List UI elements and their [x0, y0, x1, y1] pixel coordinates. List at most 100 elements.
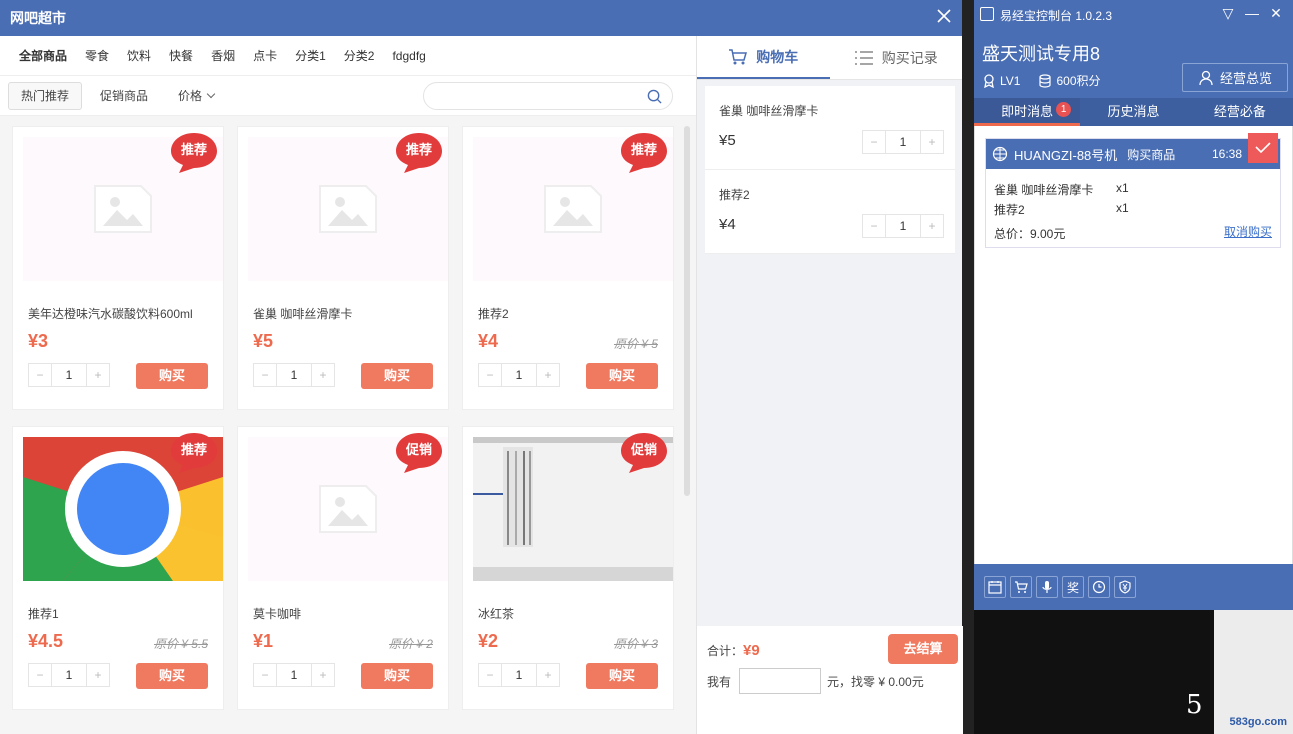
quantity-stepper[interactable]: − 1 + — [253, 363, 335, 387]
watermark-text: 583go.com — [1229, 716, 1287, 728]
minus-button[interactable]: − — [863, 215, 885, 237]
category-cigarettes[interactable]: 香烟 — [202, 47, 244, 64]
product-card[interactable]: 促销 莫卡咖啡 ¥1 原价 ¥ 2 − 1 + 购买 — [237, 426, 449, 710]
message-area: HUANGZI-88号机 购买商品 16:38 雀巢 咖啡丝滑摩卡 x1 推荐2… — [974, 126, 1293, 564]
calendar-icon[interactable] — [984, 576, 1006, 598]
buy-button[interactable]: 购买 — [136, 363, 208, 389]
buy-button[interactable]: 购买 — [586, 363, 658, 389]
cart-total: 合计：¥9 — [707, 642, 760, 659]
product-card[interactable]: 推荐 雀巢 咖啡丝滑摩卡 ¥5 − 1 + 购买 — [237, 126, 449, 410]
quantity-value[interactable]: 1 — [51, 364, 87, 386]
search-input[interactable] — [423, 82, 673, 110]
image-placeholder-icon — [319, 185, 377, 233]
quantity-stepper[interactable]: − 1 + — [862, 130, 944, 154]
cart-icon[interactable] — [1010, 576, 1032, 598]
plus-button[interactable]: + — [537, 364, 559, 386]
tab-cart[interactable]: 购物车 — [697, 36, 830, 79]
quantity-stepper[interactable]: − 1 + — [253, 663, 335, 687]
overview-button[interactable]: 经营总览 — [1182, 63, 1288, 92]
plus-button[interactable]: + — [312, 664, 334, 686]
cancel-purchase-link[interactable]: 取消购买 — [1224, 223, 1272, 240]
award-icon[interactable]: 奖 — [1062, 576, 1084, 598]
plus-button[interactable]: + — [537, 664, 559, 686]
minus-button[interactable]: − — [254, 364, 276, 386]
order-line-name: 雀巢 咖啡丝滑摩卡 — [994, 183, 1094, 197]
tab-cart-label: 购物车 — [756, 48, 799, 65]
quantity-stepper[interactable]: − 1 + — [28, 663, 110, 687]
yen-shield-icon[interactable] — [1114, 576, 1136, 598]
tab-business-essentials[interactable]: 经营必备 — [1187, 98, 1293, 126]
filter-bar: 热门推荐 促销商品 价格 — [0, 76, 696, 116]
category-drinks[interactable]: 饮料 — [118, 47, 160, 64]
buy-button[interactable]: 购买 — [361, 663, 433, 689]
product-card[interactable]: 推荐 美年达橙味汽水碳酸饮料600ml ¥3 − 1 + 购买 — [12, 126, 224, 410]
plus-button[interactable]: + — [921, 131, 943, 153]
buy-button[interactable]: 购买 — [361, 363, 433, 389]
plus-button[interactable]: + — [87, 664, 109, 686]
filter-price-button[interactable]: 价格 — [166, 82, 226, 110]
cart-pane: 购物车 购买记录 雀巢 咖啡丝滑摩卡 ¥5 − 1 + 推荐2 ¥4 − 1 +… — [696, 36, 963, 734]
plus-button[interactable]: + — [87, 364, 109, 386]
minus-button[interactable]: − — [254, 664, 276, 686]
mic-icon[interactable] — [1036, 576, 1058, 598]
plus-button[interactable]: + — [921, 215, 943, 237]
quantity-value[interactable]: 1 — [51, 664, 87, 686]
product-card[interactable]: 推荐 推荐2 ¥4 原价 ¥ 5 − 1 + 购买 — [462, 126, 674, 410]
console-title: 易经宝控制台 1.0.2.3 — [1000, 9, 1113, 23]
level: LV1 — [982, 74, 1020, 88]
product-card[interactable]: 推荐 推荐1 ¥4.5 原价 ¥ 5.5 − 1 + 购买 — [12, 426, 224, 710]
quantity-value[interactable]: 1 — [276, 364, 312, 386]
tab-history[interactable]: 购买记录 — [830, 36, 963, 79]
filter-hot-button[interactable]: 热门推荐 — [8, 81, 83, 110]
quantity-value[interactable]: 1 — [501, 364, 537, 386]
quantity-value[interactable]: 1 — [885, 215, 921, 237]
minus-button[interactable]: − — [863, 131, 885, 153]
checkout-button[interactable]: 去结算 — [888, 634, 958, 664]
product-card[interactable]: 促销 冰红茶 ¥2 原价 ¥ 3 − 1 + 购买 — [462, 426, 674, 710]
chevron-down-icon — [206, 89, 216, 99]
quantity-value[interactable]: 1 — [501, 664, 537, 686]
quantity-stepper[interactable]: − 1 + — [478, 363, 560, 387]
quantity-stepper[interactable]: − 1 + — [862, 214, 944, 238]
category-fastfood[interactable]: 快餐 — [160, 47, 202, 64]
confirm-button[interactable] — [1248, 133, 1278, 163]
minus-button[interactable]: − — [479, 364, 501, 386]
dropdown-icon[interactable]: ▽ — [1221, 5, 1235, 21]
check-icon — [1255, 142, 1271, 154]
filter-promo-button[interactable]: 促销商品 — [88, 82, 160, 110]
clock-icon[interactable] — [1088, 576, 1110, 598]
product-original-price: 原价 ¥ 3 — [613, 637, 658, 651]
close-button[interactable] — [934, 8, 954, 28]
minus-button[interactable]: − — [29, 364, 51, 386]
console-footer: 奖 — [974, 564, 1293, 610]
minus-button[interactable]: − — [29, 664, 51, 686]
close-icon[interactable]: ✕ — [1269, 5, 1283, 21]
quantity-stepper[interactable]: − 1 + — [28, 363, 110, 387]
tab-history-messages[interactable]: 历史消息 — [1080, 98, 1186, 126]
tab-instant-messages[interactable]: 即时消息 1 — [974, 98, 1081, 126]
plus-button[interactable]: + — [312, 364, 334, 386]
quantity-value[interactable]: 1 — [885, 131, 921, 153]
category-cards[interactable]: 点卡 — [244, 47, 286, 64]
minimize-icon[interactable]: — — [1245, 5, 1259, 21]
search-icon[interactable] — [647, 89, 662, 104]
market-window: 网吧超市 全部商品 零食 饮料 快餐 香烟 点卡 分类1 分类2 fdgdfg … — [0, 0, 963, 734]
app-logo-icon — [980, 7, 994, 21]
minus-button[interactable]: − — [479, 664, 501, 686]
category-snacks[interactable]: 零食 — [76, 47, 118, 64]
cart-item-price: ¥4 — [719, 216, 736, 233]
order-total: 总价：9.00元 — [994, 227, 1066, 241]
category-class1[interactable]: 分类1 — [286, 47, 335, 64]
pay-prefix: 我有 — [707, 674, 732, 689]
cash-input[interactable] — [739, 668, 822, 694]
scrollbar[interactable] — [684, 126, 690, 496]
category-fdgdfg[interactable]: fdgdfg — [383, 49, 434, 63]
list-icon — [854, 50, 873, 65]
category-all[interactable]: 全部商品 — [10, 47, 76, 64]
total-value: ¥9 — [743, 642, 760, 659]
quantity-value[interactable]: 1 — [276, 664, 312, 686]
buy-button[interactable]: 购买 — [136, 663, 208, 689]
buy-button[interactable]: 购买 — [586, 663, 658, 689]
category-class2[interactable]: 分类2 — [335, 47, 384, 64]
quantity-stepper[interactable]: − 1 + — [478, 663, 560, 687]
